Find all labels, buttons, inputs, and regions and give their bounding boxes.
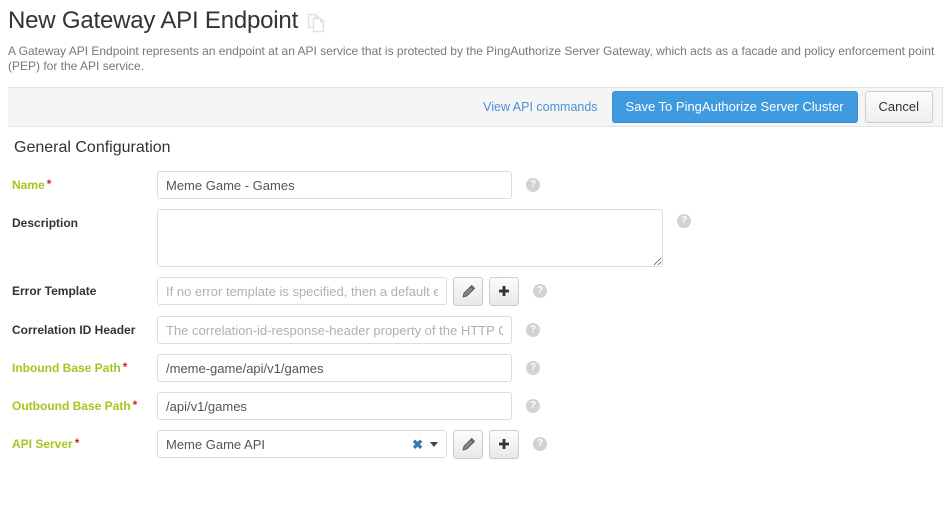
form-row-error-template: Error Template ?: [12, 277, 951, 306]
label-error-template: Error Template: [12, 277, 157, 298]
form-row-inbound-base-path: Inbound Base Path* ?: [12, 354, 951, 382]
control-correlation-id-header: ?: [157, 316, 540, 344]
form-row-correlation-id-header: Correlation ID Header ?: [12, 316, 951, 344]
label-api-server-text: API Server: [12, 437, 73, 451]
control-name: ?: [157, 171, 540, 199]
edit-api-server-button[interactable]: [453, 430, 483, 459]
control-error-template: ?: [157, 277, 547, 306]
required-asterisk: *: [123, 360, 128, 374]
label-correlation-id-header: Correlation ID Header: [12, 316, 157, 337]
title-row: New Gateway API Endpoint: [8, 6, 943, 39]
error-template-input[interactable]: [157, 277, 447, 305]
cancel-button[interactable]: Cancel: [865, 91, 933, 123]
help-icon-inbound-base-path[interactable]: ?: [526, 361, 540, 375]
label-name-text: Name: [12, 178, 45, 192]
help-icon-correlation-id-header[interactable]: ?: [526, 323, 540, 337]
action-bar: View API commands Save To PingAuthorize …: [8, 87, 943, 127]
api-server-selected-value: Meme Game API: [166, 437, 412, 452]
help-icon-api-server[interactable]: ?: [533, 437, 547, 451]
help-icon-name[interactable]: ?: [526, 178, 540, 192]
api-server-select[interactable]: Meme Game API ✖: [157, 430, 447, 458]
clear-selection-icon[interactable]: ✖: [412, 438, 423, 451]
control-description: ?: [157, 209, 691, 267]
control-api-server: Meme Game API ✖ ?: [157, 430, 547, 459]
required-asterisk: *: [47, 177, 52, 191]
add-api-server-button[interactable]: [489, 430, 519, 459]
label-inbound-base-path-text: Inbound Base Path: [12, 361, 121, 375]
form-row-name: Name* ?: [12, 171, 951, 199]
add-error-template-button[interactable]: [489, 277, 519, 306]
required-asterisk: *: [75, 436, 80, 450]
form-row-description: Description ?: [12, 209, 951, 267]
pencil-icon: [461, 437, 476, 452]
save-to-pingauthorize-server-cluster-button[interactable]: Save To PingAuthorize Server Cluster: [612, 91, 858, 123]
label-inbound-base-path: Inbound Base Path*: [12, 354, 157, 375]
label-api-server: API Server*: [12, 430, 157, 451]
view-api-commands-link[interactable]: View API commands: [483, 100, 597, 114]
correlation-id-header-input[interactable]: [157, 316, 512, 344]
page-header: New Gateway API Endpoint A Gateway API E…: [0, 0, 951, 74]
pencil-icon: [461, 284, 476, 299]
form-row-api-server: API Server* Meme Game API ✖ ?: [12, 430, 951, 459]
required-asterisk: *: [133, 398, 138, 412]
control-inbound-base-path: ?: [157, 354, 540, 382]
general-configuration-form: Name* ? Description ? Error Template: [0, 171, 951, 459]
form-row-outbound-base-path: Outbound Base Path* ?: [12, 392, 951, 420]
label-description: Description: [12, 209, 157, 230]
label-outbound-base-path: Outbound Base Path*: [12, 392, 157, 413]
edit-error-template-button[interactable]: [453, 277, 483, 306]
help-icon-outbound-base-path[interactable]: ?: [526, 399, 540, 413]
outbound-base-path-input[interactable]: [157, 392, 512, 420]
plus-icon: [497, 438, 511, 452]
copy-pages-icon[interactable]: [306, 12, 328, 39]
page-title: New Gateway API Endpoint: [8, 6, 298, 36]
description-textarea[interactable]: [157, 209, 663, 267]
help-icon-description[interactable]: ?: [677, 214, 691, 228]
page-description: A Gateway API Endpoint represents an end…: [8, 44, 938, 74]
inbound-base-path-input[interactable]: [157, 354, 512, 382]
label-name: Name*: [12, 171, 157, 192]
name-input[interactable]: [157, 171, 512, 199]
chevron-down-icon[interactable]: [430, 442, 438, 447]
help-icon-error-template[interactable]: ?: [533, 284, 547, 298]
section-title-general-configuration: General Configuration: [14, 139, 951, 157]
label-outbound-base-path-text: Outbound Base Path: [12, 399, 131, 413]
plus-icon: [497, 285, 511, 299]
control-outbound-base-path: ?: [157, 392, 540, 420]
